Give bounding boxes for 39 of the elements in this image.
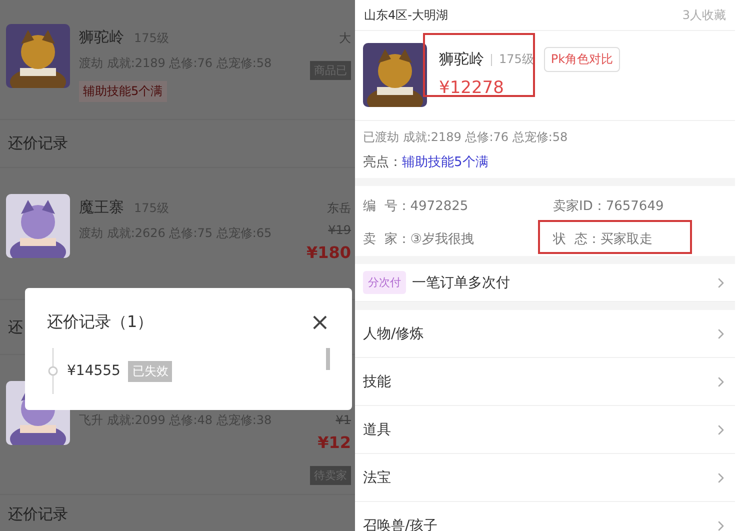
favorites-count: 3人收藏 — [682, 6, 726, 24]
character-name: 狮驼岭 — [439, 50, 484, 69]
server-name: 山东4区-大明湖 — [364, 6, 448, 24]
menu-row[interactable]: 召唤兽/孩子 — [355, 502, 735, 531]
menu-label: 道具 — [363, 420, 391, 438]
menu-row[interactable]: 法宝 — [355, 454, 735, 502]
info-field: 卖 家：③岁我很拽 — [363, 232, 474, 247]
menu-label: 人物/修炼 — [363, 324, 424, 342]
installment-tag: 分次付 — [363, 271, 406, 294]
price: ¥180 — [306, 243, 351, 262]
status-badge: 已失效 — [128, 360, 172, 382]
offer-price: ¥14555 — [67, 363, 120, 379]
menu-row[interactable]: 道具 — [355, 406, 735, 454]
close-button[interactable]: × — [310, 310, 330, 334]
character-level: 175级 — [499, 51, 534, 68]
section-heading: 还价记录 — [8, 505, 68, 524]
info-field: 卖家ID：7657649 — [553, 199, 664, 214]
dialog-title: 还价记录（1） — [47, 312, 154, 332]
highlight-text: 辅助技能5个满 — [402, 155, 488, 170]
menu-row[interactable]: 人物/修炼 — [355, 310, 735, 358]
section-heading: 还价记录 — [8, 134, 68, 153]
menu-row[interactable]: 技能 — [355, 358, 735, 406]
menu-label: 召唤兽/孩子 — [363, 516, 438, 531]
price: ¥12 — [318, 433, 351, 452]
character-stats: 已渡劫 成就:2189 总修:76 总宠修:58 — [363, 129, 569, 146]
menu-label: 法宝 — [363, 468, 391, 486]
section-heading: 还 — [8, 318, 23, 336]
menu-label: 技能 — [363, 372, 391, 390]
compare-button[interactable]: Pk角色对比 — [544, 47, 620, 72]
character-name: 狮驼岭 — [79, 28, 124, 47]
highlight-tag: 辅助技能5个满 — [79, 81, 167, 102]
price: ¥12278 — [439, 78, 505, 98]
info-field: 状 态：买家取走 — [553, 232, 652, 247]
scrollbar[interactable] — [326, 348, 330, 370]
highlight-label: 亮点： — [363, 155, 402, 170]
timeline-icon — [47, 348, 59, 394]
character-name: 魔王寨 — [79, 198, 124, 217]
menu-label: 一笔订单多次付 — [412, 274, 510, 292]
info-field: 编 号：4972825 — [363, 199, 468, 214]
